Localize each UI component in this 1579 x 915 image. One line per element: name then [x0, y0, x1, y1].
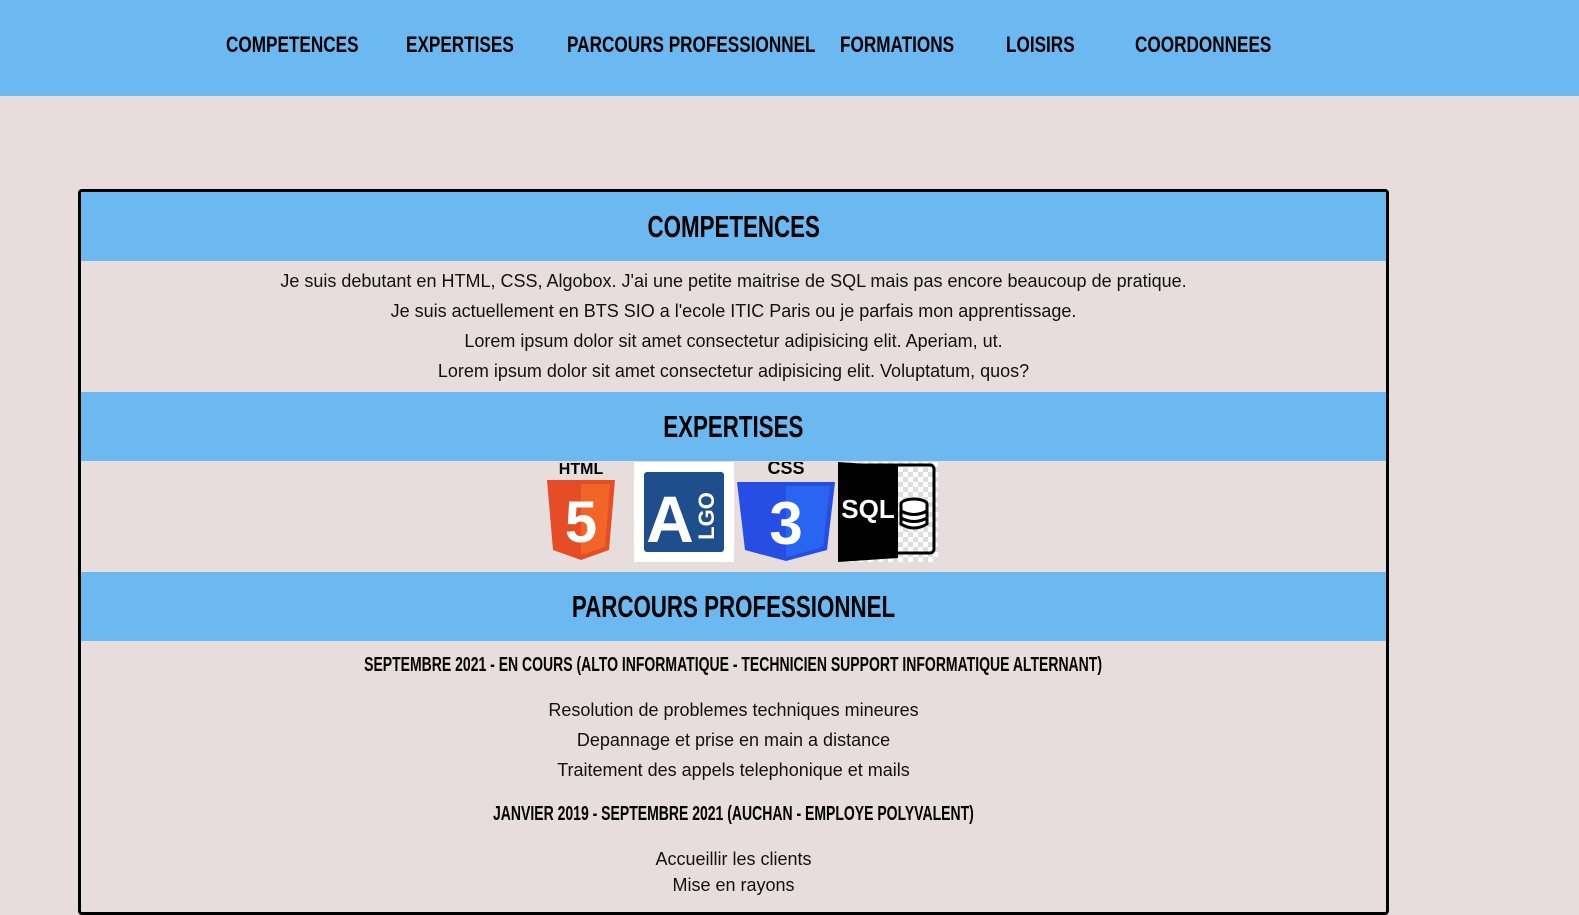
section-title-expertises: EXPERTISES: [663, 409, 804, 444]
job-task: Depannage et prise en main a distance: [576, 730, 891, 750]
job-task: Resolution de problemes techniques mineu…: [548, 700, 919, 720]
html5-logo: HTML 5: [547, 462, 615, 560]
section-header-expertises: EXPERTISES: [81, 392, 1386, 461]
css3-logo: CSS 3: [737, 462, 835, 561]
algobox-logo: A LGO: [634, 462, 734, 562]
job-task: Traitement des appels telephonique et ma…: [557, 760, 910, 780]
section-title-competences: COMPETENCES: [647, 209, 820, 244]
nav-link-coordonnees[interactable]: COORDONNEES: [1135, 30, 1271, 60]
sql-label: SQL: [841, 494, 895, 524]
nav-link-formations[interactable]: FORMATIONS: [840, 30, 954, 60]
top-navigation: COMPETENCES EXPERTISES PARCOURS PROFESSI…: [0, 0, 1579, 96]
nav-link-competences[interactable]: COMPETENCES: [226, 30, 359, 60]
job-heading-text: SEPTEMBRE 2021 - EN COURS (ALTO INFORMAT…: [364, 654, 1103, 676]
html5-logo-label: HTML: [559, 462, 604, 478]
competences-line: Je suis actuellement en BTS SIO a l'ecol…: [390, 301, 1077, 321]
job-heading: SEPTEMBRE 2021 - EN COURS (ALTO INFORMAT…: [81, 650, 1386, 680]
expertise-logos: HTML 5 A LGO CSS 3 SQL: [81, 462, 1386, 562]
competences-line: Lorem ipsum dolor sit amet consectetur a…: [437, 361, 1030, 381]
sql-logo: SQL: [838, 462, 938, 562]
competences-line: Je suis debutant en HTML, CSS, Algobox. …: [280, 271, 1187, 291]
algobox-rotated-label: LGO: [694, 492, 719, 540]
section-header-competences: COMPETENCES: [81, 192, 1386, 261]
competences-line: Lorem ipsum dolor sit amet consectetur a…: [464, 331, 1003, 351]
job-heading: JANVIER 2019 - SEPTEMBRE 2021 (AUCHAN - …: [81, 799, 1386, 829]
job-heading-text: JANVIER 2019 - SEPTEMBRE 2021 (AUCHAN - …: [493, 803, 974, 825]
section-title-parcours: PARCOURS PROFESSIONNEL: [571, 589, 896, 624]
section-header-parcours: PARCOURS PROFESSIONNEL: [81, 572, 1386, 641]
css3-logo-label: CSS: [767, 462, 804, 478]
nav-link-loisirs[interactable]: LOISIRS: [1006, 30, 1075, 60]
cv-card: COMPETENCES Je suis debutant en HTML, CS…: [78, 189, 1389, 915]
css3-digit: 3: [769, 490, 802, 557]
job-task: Mise en rayons: [672, 875, 795, 895]
algobox-letter: A: [646, 482, 694, 556]
database-icon: [899, 497, 929, 530]
nav-link-parcours-professionnel[interactable]: PARCOURS PROFESSIONNEL: [567, 30, 816, 60]
nav-link-expertises[interactable]: EXPERTISES: [406, 30, 514, 60]
html5-digit: 5: [565, 490, 597, 555]
